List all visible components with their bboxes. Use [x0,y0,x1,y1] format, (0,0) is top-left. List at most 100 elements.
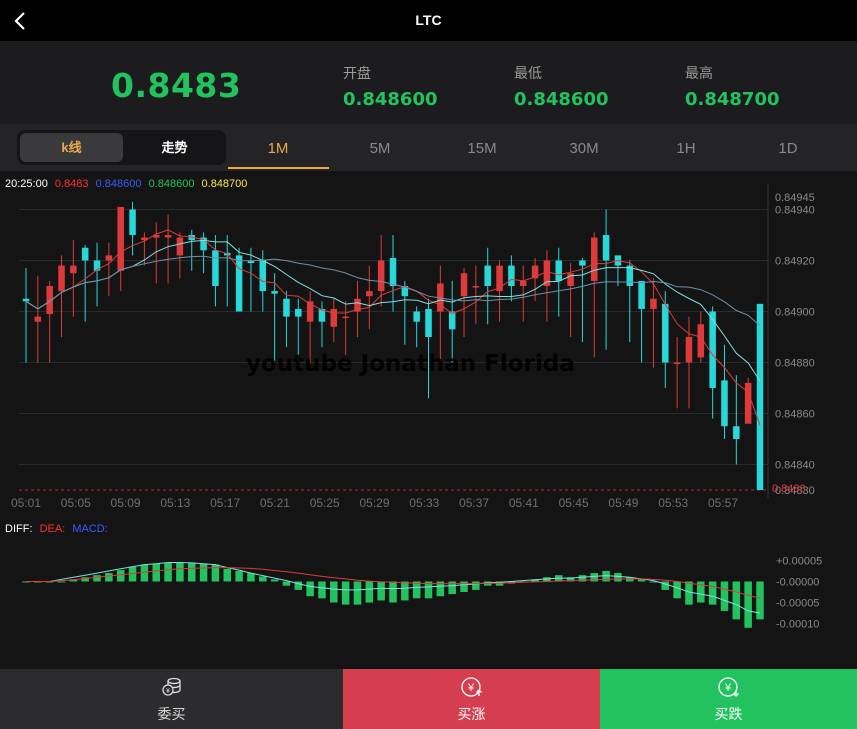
y-tick-label: 0.84840 [775,460,815,472]
candle-body [176,237,184,256]
candle-body [212,250,219,286]
candle-body [685,337,693,363]
macd-bar [306,581,314,597]
svg-text:¥: ¥ [166,688,170,695]
macd-dea-label: DEA: [40,523,66,535]
buy-up-button[interactable]: ¥ 买涨 [343,669,600,729]
x-tick-label: 05:33 [409,496,439,510]
candle-body [673,362,681,364]
candle-body [389,257,397,286]
buy-down-button[interactable]: ¥ 买跌 [600,669,857,729]
watermark-text: youtube Jonathan Florida [246,351,575,377]
x-tick-label: 05:29 [359,496,389,510]
macd-bar [93,575,101,582]
candle-body [105,255,113,261]
macd-legend: DIFF: DEA: MACD: [5,523,108,535]
y-tick-label: 0.84940 [775,205,815,217]
open-stat: 开盘 0.848600 [343,63,438,110]
yen-up-icon: ¥ [460,677,482,697]
top-bar: LTC [0,0,857,41]
ma-value-1: 0.8483 [55,178,89,190]
macd-bar [389,581,397,603]
tab-1d[interactable]: 1D [758,140,818,157]
buy-down-label: 买跌 [714,706,743,722]
svg-text:¥: ¥ [723,682,731,694]
candle-body [519,280,527,286]
ma-value-2: 0.848600 [96,178,142,190]
macd-bar [235,570,243,582]
y-tick-label: 0.84920 [775,256,815,268]
candle-body [602,235,610,261]
high-label: 最高 [685,65,713,81]
candle-body [472,286,480,288]
macd-macd-label: MACD: [72,523,107,535]
macd-bar [152,563,160,582]
macd-bar [282,581,291,586]
trend-toggle-button[interactable]: 走势 [123,133,226,162]
candle-body [330,308,338,327]
x-tick-label: 05:25 [310,496,340,510]
tab-5m[interactable]: 5M [350,140,410,157]
candle-body [721,380,728,427]
current-price: 0.8483 [111,66,242,105]
tab-1m[interactable]: 1M [248,140,308,157]
macd-bar [756,581,764,620]
candle-body [591,237,598,281]
macd-bar [708,581,717,605]
y-tick-label: 0.84900 [775,307,815,319]
low-value: 0.848600 [514,89,609,110]
ma-value-4: 0.848700 [202,178,248,190]
entrust-button[interactable]: ¥ 委买 [0,669,343,729]
candle-body [448,311,456,330]
ma-time: 20:25:00 [5,178,48,190]
tab-30m[interactable]: 30M [554,140,614,157]
ma-value-3: 0.848600 [149,178,195,190]
tab-1h[interactable]: 1H [656,140,716,157]
x-tick-label: 05:37 [459,496,489,510]
y-tick-label: 0.84880 [775,358,815,370]
x-tick-label: 05:05 [61,496,91,510]
candle-body [638,280,645,309]
tab-15m[interactable]: 15M [452,140,512,157]
macd-bar [330,581,338,603]
x-tick-label: 05:09 [111,496,141,510]
candle-body [650,298,657,309]
candle-body [271,291,278,294]
macd-bar [270,579,279,582]
macd-tick-label: -0.00000 [776,576,819,588]
macd-bar [365,581,374,603]
coins-icon: ¥ [161,677,181,696]
candle-body [70,265,77,274]
svg-text:¥: ¥ [466,682,474,694]
candle-body [235,255,243,312]
candle-body [733,426,740,439]
macd-bar [353,581,362,605]
current-price-label: 0.8483 [772,483,806,495]
candle-body [555,260,562,281]
ma-legend: 20:25:00 0.8483 0.848600 0.848600 0.8487… [5,178,247,190]
candle-body [496,265,503,292]
x-tick-label: 05:01 [11,496,41,510]
candle-body [662,303,669,363]
yen-down-icon: ¥ [717,677,739,697]
macd-bar [341,581,350,605]
candle-body [342,316,349,319]
low-stat: 最低 0.848600 [514,63,609,110]
macd-bar [259,576,267,582]
x-tick-label: 05:21 [260,496,290,510]
candle-body [58,265,65,292]
kline-chart[interactable]: 0.849450.84940 0.84920 0.84900 0.84880 0.848… [0,171,857,669]
x-tick-label: 05:41 [509,496,539,510]
x-tick-label: 05:45 [559,496,589,510]
macd-bar [176,562,184,582]
candle-body [413,311,420,322]
macd-bar [105,573,113,582]
candle-body [22,298,30,302]
x-tick-label: 05:13 [160,496,190,510]
macd-tick-label: -0.00010 [776,619,819,631]
candle-body [164,235,172,238]
candle-body [366,291,373,297]
macd-bar [614,573,622,582]
kline-toggle-button[interactable]: k线 [20,133,123,162]
candle-body [508,265,515,286]
